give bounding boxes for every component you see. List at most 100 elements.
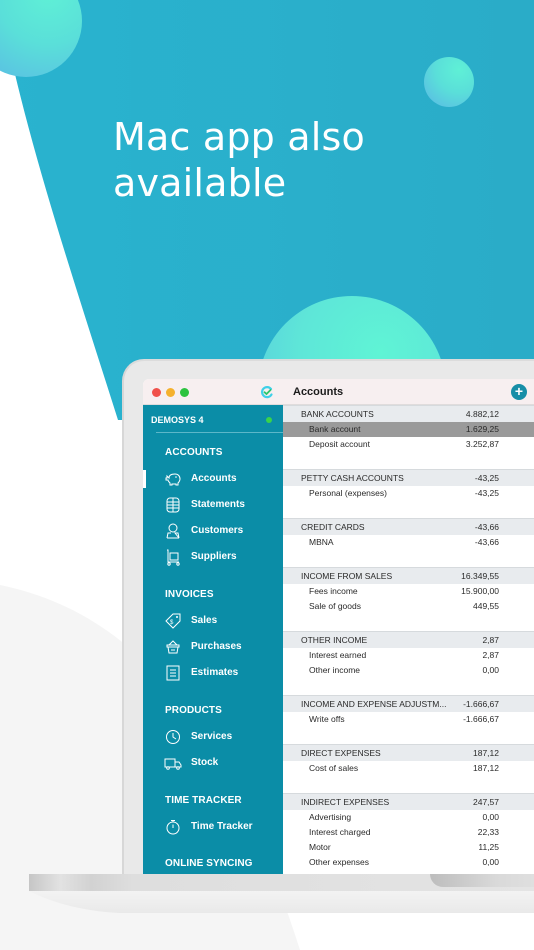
account-group-header[interactable]: OTHER INCOME 2,87 <box>283 631 534 648</box>
account-balance: 1.629,25 <box>465 424 499 434</box>
account-group-header[interactable]: INCOME AND EXPENSE ADJUSTM... -1.666,67 <box>283 695 534 712</box>
account-name: Other expenses <box>309 857 370 867</box>
laptop-base-notch <box>430 874 534 887</box>
account-row[interactable]: Sale of goods 449,55 <box>283 599 534 614</box>
account-row[interactable]: Interest earned 2,87 <box>283 648 534 663</box>
account-group-name: INDIRECT EXPENSES <box>301 797 390 807</box>
account-group-header[interactable]: CREDIT CARDS -43,66 <box>283 518 534 535</box>
sidebar-item-label: Estimates <box>191 667 239 678</box>
person-icon <box>166 523 180 539</box>
account-balance: 0,00 <box>482 665 499 675</box>
account-row[interactable]: Other expenses 0,00 <box>283 855 534 870</box>
account-group-total: 4.882,12 <box>465 409 499 419</box>
section-online-syncing: ONLINE SYNCING <box>165 858 253 869</box>
account-group-name: PETTY CASH ACCOUNTS <box>301 473 404 483</box>
headline-line-2: available <box>113 161 287 205</box>
sidebar-item-suppliers[interactable]: Suppliers <box>143 546 283 568</box>
basket-icon <box>166 640 180 654</box>
minimize-window-button[interactable] <box>166 388 175 397</box>
account-name: Sale of goods <box>309 601 361 611</box>
account-row[interactable]: Personal (expenses) -43,25 <box>283 486 534 501</box>
sidebar-item-statements[interactable]: Statements <box>143 494 283 516</box>
account-group-header[interactable]: DIRECT EXPENSES 187,12 <box>283 744 534 761</box>
account-group-total: -43,66 <box>474 522 499 532</box>
sidebar-item-time-tracker[interactable]: Time Tracker <box>143 816 283 838</box>
account-row[interactable]: Interest charged 22,33 <box>283 825 534 840</box>
sidebar-item-accounts[interactable]: Accounts <box>143 468 283 490</box>
sidebar-item-label: Stock <box>191 757 219 768</box>
account-balance: 3.252,87 <box>465 439 499 449</box>
section-invoices: INVOICES <box>165 589 214 600</box>
account-group-total: 16.349,55 <box>461 571 499 581</box>
account-group-name: INCOME FROM SALES <box>301 571 393 581</box>
laptop-base <box>29 891 534 913</box>
add-account-button[interactable]: + <box>511 384 527 400</box>
sidebar-item-estimates[interactable]: Estimates <box>143 662 283 684</box>
clock-icon <box>166 730 180 744</box>
account-name: Deposit account <box>309 439 370 449</box>
account-row[interactable]: Fees income 15.900,00 <box>283 584 534 599</box>
coins-stack-icon <box>166 497 180 513</box>
plus-circle-icon: + <box>514 383 524 399</box>
sidebar-item-sales[interactable]: $ Sales <box>143 610 283 632</box>
account-name: Motor <box>309 842 331 852</box>
account-name: Advertising <box>309 812 352 822</box>
account-group-total: 2,87 <box>482 635 499 645</box>
account-group-total: 247,57 <box>473 797 499 807</box>
account-row[interactable]: Deposit account 3.252,87 <box>283 437 534 452</box>
account-name: Personal (expenses) <box>309 488 387 498</box>
sidebar-item-label: Sales <box>191 615 218 626</box>
company-name: DEMOSYS 4 <box>151 415 204 425</box>
account-group-header[interactable]: PETTY CASH ACCOUNTS -43,25 <box>283 469 534 486</box>
account-name: Fees income <box>309 586 358 596</box>
account-balance: 11,25 <box>478 842 499 852</box>
account-group-header[interactable]: BANK ACCOUNTS 4.882,12 <box>283 405 534 422</box>
sidebar-item-label: Statements <box>191 499 245 510</box>
account-row[interactable]: Motor 11,25 <box>283 840 534 855</box>
sidebar-item-services[interactable]: Services <box>143 726 283 748</box>
account-balance: 187,12 <box>473 763 499 773</box>
account-balance: 2,87 <box>482 650 499 660</box>
account-row[interactable]: Advertising 0,00 <box>283 810 534 825</box>
account-group-total: -1.666,67 <box>463 699 499 709</box>
account-name: Interest earned <box>309 650 367 660</box>
account-row[interactable]: Bank account 1.629,25 <box>283 422 534 437</box>
accounts-list: BANK ACCOUNTS 4.882,12 Bank account 1.629,2… <box>283 405 534 874</box>
account-group-header[interactable]: INCOME FROM SALES 16.349,55 <box>283 567 534 584</box>
account-group-name: CREDIT CARDS <box>301 522 365 532</box>
sidebar-item-stock[interactable]: Stock <box>143 752 283 774</box>
close-window-button[interactable] <box>152 388 161 397</box>
clipboard-list-icon <box>166 665 180 681</box>
account-name: Other income <box>309 665 361 675</box>
account-row[interactable]: Cost of sales 187,12 <box>283 761 534 776</box>
sidebar-item-purchases[interactable]: Purchases <box>143 636 283 658</box>
account-name: Cost of sales <box>309 763 359 773</box>
title-bar: Accounts + <box>143 379 534 405</box>
price-tag-icon: $ <box>165 613 181 629</box>
account-group-total: -43,25 <box>474 473 499 483</box>
svg-text:$: $ <box>170 620 174 626</box>
section-products: PRODUCTS <box>165 705 222 716</box>
account-balance: 0,00 <box>482 812 499 822</box>
sidebar-item-label: Services <box>191 731 233 742</box>
account-group-name: BANK ACCOUNTS <box>301 409 374 419</box>
account-group-header[interactable]: INDIRECT EXPENSES 247,57 <box>283 793 534 810</box>
account-group-name: INCOME AND EXPENSE ADJUSTM... <box>301 699 447 709</box>
zoom-window-button[interactable] <box>180 388 189 397</box>
account-row[interactable]: MBNA -43,66 <box>283 535 534 550</box>
sidebar-item-label: Suppliers <box>191 551 237 562</box>
piggy-bank-icon <box>165 473 181 486</box>
sidebar-item-customers[interactable]: Customers <box>143 520 283 542</box>
sidebar-item-label: Time Tracker <box>191 821 253 832</box>
account-row[interactable]: Write offs -1.666,67 <box>283 712 534 727</box>
account-name: Bank account <box>309 424 361 434</box>
account-row[interactable]: Other income 0,00 <box>283 663 534 678</box>
truck-icon <box>164 758 182 770</box>
account-group-name: DIRECT EXPENSES <box>301 748 381 758</box>
sidebar: DEMOSYS 4 ACCOUNTS Accounts Statements C… <box>143 405 283 874</box>
sidebar-item-label: Purchases <box>191 641 242 652</box>
account-balance: -43,25 <box>474 488 499 498</box>
account-group-name: OTHER INCOME <box>301 635 368 645</box>
account-group-total: 187,12 <box>473 748 499 758</box>
hand-truck-icon <box>167 549 180 566</box>
